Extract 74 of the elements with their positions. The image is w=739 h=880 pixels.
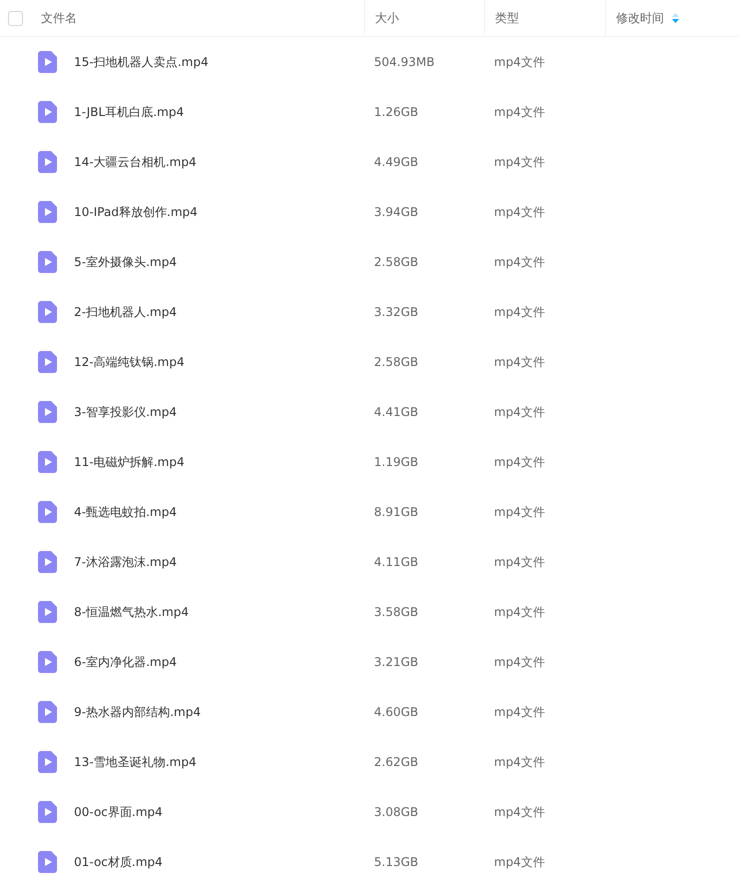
file-name[interactable]: 13-雪地圣诞礼物.mp4 — [74, 754, 196, 770]
video-file-icon — [38, 701, 58, 723]
file-size: 3.32GB — [373, 305, 420, 319]
file-name[interactable]: 4-甄选电蚊拍.mp4 — [74, 504, 177, 520]
file-name[interactable]: 01-oc材质.mp4 — [74, 854, 163, 870]
file-name[interactable]: 14-大疆云台相机.mp4 — [74, 154, 196, 170]
video-file-icon — [38, 351, 58, 373]
column-header[interactable]: 修改时间 — [616, 10, 664, 26]
video-file-icon — [38, 51, 58, 73]
video-file-icon — [38, 501, 58, 523]
file-type: mp4文件 — [493, 104, 546, 120]
file-size: 2.62GB — [373, 755, 420, 769]
video-file-icon — [38, 251, 58, 273]
file-size: 4.11GB — [373, 555, 420, 569]
file-size: 3.08GB — [373, 805, 420, 819]
file-type: mp4文件 — [493, 404, 546, 420]
file-size: 3.94GB — [373, 205, 420, 219]
file-name[interactable]: 11-电磁炉拆解.mp4 — [74, 454, 184, 470]
file-type: mp4文件 — [493, 804, 546, 820]
video-file-icon — [38, 651, 58, 673]
file-name[interactable]: 5-室外摄像头.mp4 — [74, 254, 177, 270]
file-name[interactable]: 7-沐浴露泡沫.mp4 — [74, 554, 177, 570]
file-type: mp4文件 — [493, 154, 546, 170]
file-name[interactable]: 00-oc界面.mp4 — [74, 804, 163, 820]
file-type: mp4文件 — [493, 604, 546, 620]
sort-icon[interactable] — [672, 13, 679, 23]
file-name[interactable]: 15-扫地机器人卖点.mp4 — [74, 54, 208, 70]
file-name[interactable]: 12-高端纯钛锅.mp4 — [74, 354, 184, 370]
file-type: mp4文件 — [493, 54, 546, 70]
video-file-icon — [38, 201, 58, 223]
file-name[interactable]: 10-IPad释放创作.mp4 — [74, 204, 198, 220]
file-size: 2.58GB — [373, 355, 420, 369]
video-file-icon — [38, 751, 58, 773]
file-type: mp4文件 — [493, 654, 546, 670]
video-file-icon — [38, 601, 58, 623]
file-name[interactable]: 8-恒温燃气热水.mp4 — [74, 604, 189, 620]
file-name[interactable]: 9-热水器内部结构.mp4 — [74, 704, 201, 720]
file-type: mp4文件 — [493, 304, 546, 320]
file-type: mp4文件 — [493, 854, 546, 870]
video-file-icon — [38, 101, 58, 123]
column-header[interactable]: 类型 — [495, 10, 519, 26]
file-name[interactable]: 3-智享投影仪.mp4 — [74, 404, 177, 420]
file-size: 5.13GB — [373, 855, 420, 869]
column-header[interactable]: 文件名 — [41, 10, 77, 26]
video-file-icon — [38, 851, 58, 873]
file-type: mp4文件 — [493, 554, 546, 570]
file-size: 4.41GB — [373, 405, 420, 419]
file-name[interactable]: 2-扫地机器人.mp4 — [74, 304, 177, 320]
video-file-icon — [38, 551, 58, 573]
video-file-icon — [38, 151, 58, 173]
file-size: 1.19GB — [373, 455, 420, 469]
file-type: mp4文件 — [493, 354, 546, 370]
column-header[interactable]: 大小 — [375, 10, 399, 26]
file-size: 4.60GB — [373, 705, 420, 719]
file-type: mp4文件 — [493, 204, 546, 220]
file-size: 2.58GB — [373, 255, 420, 269]
select-all-checkbox[interactable] — [8, 10, 23, 26]
file-type: mp4文件 — [493, 454, 546, 470]
file-size: 3.58GB — [373, 605, 420, 619]
file-type: mp4文件 — [493, 504, 546, 520]
video-file-icon — [38, 301, 58, 323]
file-size: 8.91GB — [373, 505, 420, 519]
video-file-icon — [38, 801, 58, 823]
video-file-icon — [38, 451, 58, 473]
file-size: 504.93MB — [373, 55, 436, 69]
file-name[interactable]: 6-室内净化器.mp4 — [74, 654, 177, 670]
file-size: 1.26GB — [373, 105, 420, 119]
file-type: mp4文件 — [493, 254, 546, 270]
file-size: 4.49GB — [373, 155, 420, 169]
file-size: 3.21GB — [373, 655, 420, 669]
file-name[interactable]: 1-JBL耳机白底.mp4 — [74, 104, 184, 120]
video-file-icon — [38, 401, 58, 423]
file-type: mp4文件 — [493, 704, 546, 720]
file-type: mp4文件 — [493, 754, 546, 770]
